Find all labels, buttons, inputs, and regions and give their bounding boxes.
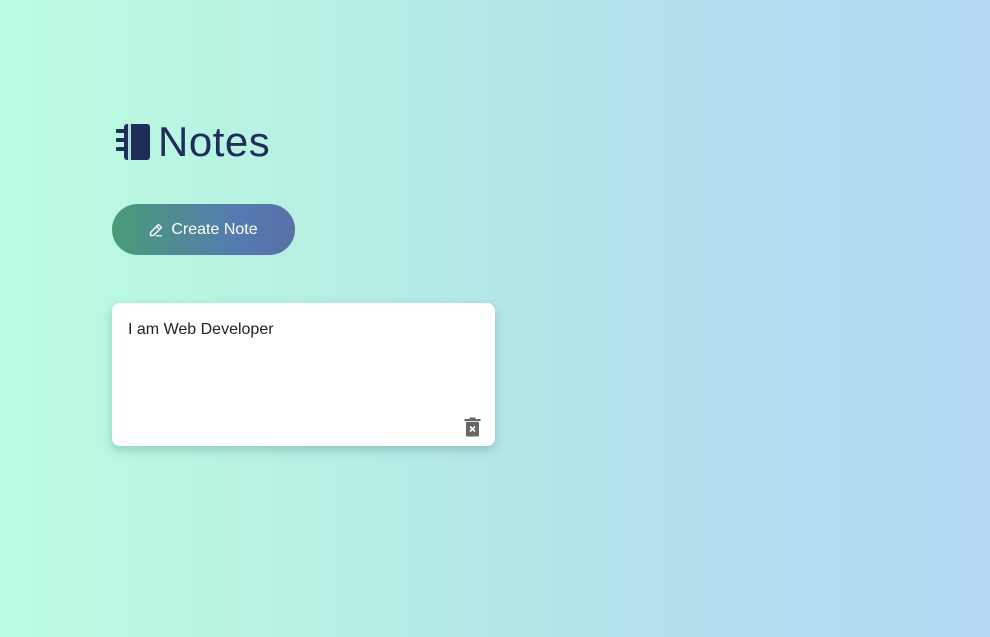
note-text[interactable]: I am Web Developer xyxy=(128,321,274,339)
notes-app: Notes Create Note I am Web Developer xyxy=(112,118,495,446)
page-title: Notes xyxy=(158,118,271,165)
note-card[interactable]: I am Web Developer xyxy=(112,303,495,446)
trash-icon xyxy=(464,417,481,437)
pencil-icon xyxy=(149,223,163,237)
create-note-label: Create Note xyxy=(171,220,258,238)
notebook-icon xyxy=(112,122,158,162)
delete-note-button[interactable] xyxy=(464,417,481,437)
page-heading: Notes xyxy=(112,118,270,166)
create-note-button[interactable]: Create Note xyxy=(112,204,295,255)
